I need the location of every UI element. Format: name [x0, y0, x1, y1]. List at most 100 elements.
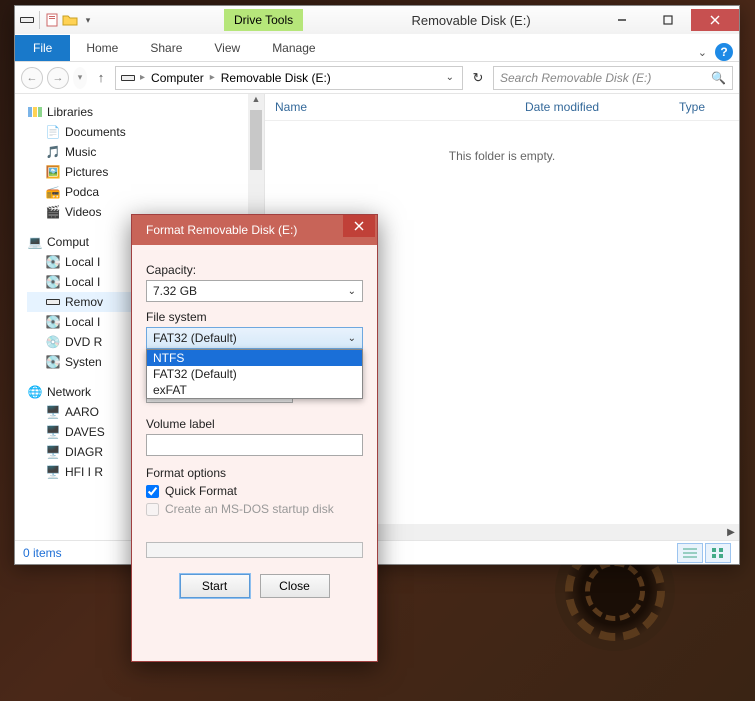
breadcrumb-computer[interactable]: Computer: [149, 71, 206, 85]
drive-icon: [120, 70, 136, 86]
tree-libraries[interactable]: Libraries: [27, 102, 260, 122]
help-icon[interactable]: ?: [715, 43, 733, 61]
address-bar[interactable]: ▸ Computer ▸ Removable Disk (E:) ⌄: [115, 66, 463, 90]
computer-icon: 💻: [27, 234, 43, 250]
close-dialog-button[interactable]: Close: [260, 574, 330, 598]
tree-music[interactable]: 🎵 Music: [27, 142, 260, 162]
tree-label: Pictures: [65, 165, 108, 179]
dialog-close-button[interactable]: [343, 215, 375, 237]
minimize-button[interactable]: [599, 9, 645, 31]
tab-file[interactable]: File: [15, 35, 70, 61]
volume-label-label: Volume label: [146, 417, 363, 431]
address-dropdown-icon[interactable]: ⌄: [442, 72, 458, 83]
filesystem-option-ntfs[interactable]: NTFS: [147, 350, 362, 366]
search-icon[interactable]: 🔍: [711, 71, 726, 85]
format-dialog: Format Removable Disk (E:) Capacity: 7.3…: [131, 214, 378, 662]
tree-label: Videos: [65, 205, 101, 219]
disk-icon: 💽: [45, 354, 61, 370]
document-icon: 📄: [45, 124, 61, 140]
music-icon: 🎵: [45, 144, 61, 160]
tab-view[interactable]: View: [198, 35, 256, 61]
quick-format-checkbox[interactable]: Quick Format: [146, 484, 363, 498]
quick-format-check-input[interactable]: [146, 485, 159, 498]
empty-folder-message: This folder is empty.: [265, 121, 739, 191]
quick-format-label: Quick Format: [165, 484, 237, 498]
window-title: Removable Disk (E:): [303, 13, 599, 28]
tree-podcasts[interactable]: 📻 Podca: [27, 182, 260, 202]
disk-icon: 💽: [45, 314, 61, 330]
tab-home[interactable]: Home: [70, 35, 134, 61]
tree-label: Local I: [65, 315, 100, 329]
scroll-up-icon[interactable]: ▲: [248, 94, 264, 104]
tree-label: Libraries: [47, 105, 93, 119]
qat-dropdown-icon[interactable]: ▾: [80, 12, 96, 28]
filesystem-value: FAT32 (Default): [153, 331, 237, 345]
pc-icon: 🖥️: [45, 444, 61, 460]
titlebar: ▾ Drive Tools Removable Disk (E:): [15, 6, 739, 34]
tree-pictures[interactable]: 🖼️Pictures: [27, 162, 260, 182]
filesystem-label: File system: [146, 310, 363, 324]
history-dropdown-icon[interactable]: ▾: [73, 67, 87, 89]
column-type[interactable]: Type: [679, 100, 729, 114]
dialog-actions: Start Close: [146, 574, 363, 598]
tab-share[interactable]: Share: [134, 35, 198, 61]
item-count: 0 items: [23, 546, 62, 560]
breadcrumb-current[interactable]: Removable Disk (E:): [219, 71, 333, 85]
contextual-tab-drive-tools: Drive Tools: [224, 9, 303, 31]
filesystem-select[interactable]: FAT32 (Default) ⌄ NTFS FAT32 (Default) e…: [146, 327, 363, 349]
properties-icon[interactable]: [44, 12, 60, 28]
chevron-down-icon: ⌄: [348, 286, 356, 297]
tree-label: AARO: [65, 405, 99, 419]
removable-disk-icon: [45, 294, 61, 310]
scroll-right-icon[interactable]: ▶: [723, 527, 739, 538]
tree-label: Podca: [65, 185, 99, 199]
disk-icon: 💽: [45, 254, 61, 270]
tab-manage[interactable]: Manage: [256, 35, 331, 61]
tree-label: Local I: [65, 275, 100, 289]
dialog-body: Capacity: 7.32 GB ⌄ File system FAT32 (D…: [132, 245, 377, 608]
tree-documents[interactable]: 📄 Documents: [27, 122, 260, 142]
refresh-button[interactable]: ↻: [467, 67, 489, 89]
new-folder-icon[interactable]: [62, 12, 78, 28]
volume-label-input[interactable]: [146, 434, 363, 456]
ribbon-expand-icon[interactable]: ⌄: [698, 46, 707, 59]
filesystem-option-exfat[interactable]: exFAT: [147, 382, 362, 398]
format-progress-bar: [146, 542, 363, 558]
ribbon-tabs: File Home Share View Manage ⌄ ?: [15, 34, 739, 62]
video-icon: 🎬: [45, 204, 61, 220]
navigation-bar: ← → ▾ ↑ ▸ Computer ▸ Removable Disk (E:)…: [15, 62, 739, 94]
view-icons-button[interactable]: [705, 543, 731, 563]
up-button[interactable]: ↑: [91, 70, 111, 85]
filesystem-option-fat32[interactable]: FAT32 (Default): [147, 366, 362, 382]
scroll-thumb[interactable]: [250, 110, 262, 170]
pc-icon: 🖥️: [45, 464, 61, 480]
network-icon: 🌐: [27, 384, 43, 400]
maximize-button[interactable]: [645, 9, 691, 31]
tree-label: DVD R: [65, 335, 102, 349]
column-date[interactable]: Date modified: [525, 100, 679, 114]
close-button[interactable]: [691, 9, 739, 31]
chevron-down-icon: ⌄: [348, 333, 356, 344]
filesystem-dropdown: NTFS FAT32 (Default) exFAT: [146, 349, 363, 399]
dvd-icon: 💿: [45, 334, 61, 350]
podcast-icon: 📻: [45, 184, 61, 200]
window-controls: [599, 9, 739, 31]
tree-label: Music: [65, 145, 96, 159]
tree-label: DAVES: [65, 425, 105, 439]
msdos-check-input: [146, 503, 159, 516]
chevron-right-icon[interactable]: ▸: [210, 72, 215, 83]
back-button[interactable]: ←: [21, 67, 43, 89]
start-button[interactable]: Start: [180, 574, 250, 598]
view-details-button[interactable]: [677, 543, 703, 563]
forward-button[interactable]: →: [47, 67, 69, 89]
capacity-value: 7.32 GB: [153, 284, 197, 298]
tree-label: DIAGR: [65, 445, 103, 459]
search-input[interactable]: Search Removable Disk (E:) 🔍: [493, 66, 733, 90]
column-headers: Name Date modified Type: [265, 94, 739, 121]
tree-label: Documents: [65, 125, 126, 139]
column-name[interactable]: Name: [275, 100, 525, 114]
quick-access-toolbar: ▾: [15, 11, 100, 29]
search-placeholder: Search Removable Disk (E:): [500, 71, 711, 85]
capacity-select[interactable]: 7.32 GB ⌄: [146, 280, 363, 302]
chevron-right-icon[interactable]: ▸: [140, 72, 145, 83]
